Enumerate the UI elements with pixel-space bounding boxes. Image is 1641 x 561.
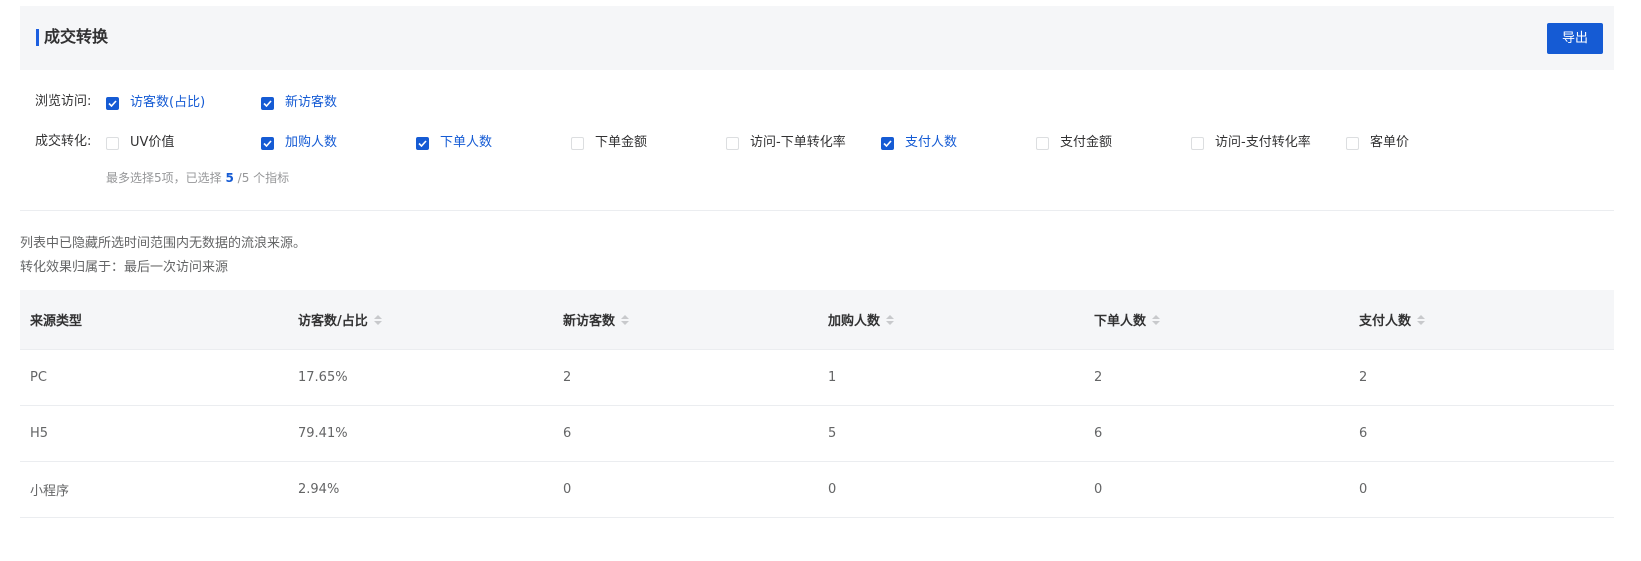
cell-order-users: 0: [1094, 482, 1103, 497]
checkbox-paying-users[interactable]: 支付人数: [881, 134, 957, 152]
cell-add-cart-users: 5: [828, 426, 837, 441]
checkbox-unchecked-icon: [571, 136, 584, 150]
sort-icon[interactable]: [1152, 314, 1161, 325]
checkbox-uv-value[interactable]: UV价值: [106, 134, 174, 152]
checkbox-unchecked-icon: [1346, 136, 1359, 150]
cell-source-type: PC: [30, 370, 47, 385]
cell-visitors-ratio: 79.41%: [298, 426, 348, 441]
table-header: 来源类型 访客数/占比 新访客数 加购人数 下单人数 支付人数: [20, 290, 1614, 350]
hint-prefix: 最多选择5项，已选择: [106, 171, 222, 185]
checkbox-checked-icon: [261, 136, 274, 150]
page-title: 成交转换: [44, 27, 109, 46]
cell-add-cart-users: 1: [828, 370, 837, 385]
sort-icon[interactable]: [621, 314, 630, 325]
export-button[interactable]: 导出: [1547, 23, 1603, 54]
cell-source-type: 小程序: [30, 484, 70, 499]
checkbox-label: 支付金额: [1060, 135, 1113, 150]
checkbox-visitors-ratio[interactable]: 访客数(占比): [106, 94, 205, 112]
column-header-paying-users[interactable]: 支付人数: [1359, 290, 1426, 349]
checkbox-checked-icon: [881, 136, 894, 150]
checkbox-add-cart-users[interactable]: 加购人数: [261, 134, 337, 152]
section-header: 成交转换 导出: [20, 6, 1614, 70]
cell-paying-users: 0: [1359, 482, 1368, 497]
checkbox-new-visitors[interactable]: 新访客数: [261, 94, 337, 112]
checkbox-label: 下单人数: [440, 135, 493, 150]
checkbox-label: 访问-支付转化率: [1215, 135, 1311, 150]
checkbox-payment-amount[interactable]: 支付金额: [1036, 134, 1112, 152]
column-header-add-cart-users[interactable]: 加购人数: [828, 290, 895, 349]
column-header-source-type: 来源类型: [30, 314, 83, 329]
checkbox-label: 支付人数: [905, 135, 958, 150]
checkbox-unchecked-icon: [726, 136, 739, 150]
checkbox-label: UV价值: [130, 135, 175, 150]
checkbox-label: 新访客数: [285, 95, 338, 110]
column-header-order-users[interactable]: 下单人数: [1094, 290, 1161, 349]
checkbox-label: 访客数(占比): [130, 95, 206, 110]
cell-new-visitors: 2: [563, 370, 572, 385]
table-row: H5 79.41% 6 5 6 6: [20, 406, 1614, 462]
section-divider: [20, 210, 1614, 211]
cell-source-type: H5: [30, 426, 49, 441]
table-row: 小程序 2.94% 0 0 0 0: [20, 462, 1614, 518]
checkbox-unchecked-icon: [106, 136, 119, 150]
checkbox-order-amount[interactable]: 下单金额: [571, 134, 647, 152]
checkbox-label: 客单价: [1370, 135, 1410, 150]
checkbox-label: 下单金额: [595, 135, 648, 150]
checkbox-order-users[interactable]: 下单人数: [416, 134, 492, 152]
cell-paying-users: 6: [1359, 426, 1368, 441]
cell-paying-users: 2: [1359, 370, 1368, 385]
column-header-new-visitors[interactable]: 新访客数: [563, 290, 630, 349]
cell-add-cart-users: 0: [828, 482, 837, 497]
checkbox-unchecked-icon: [1036, 136, 1049, 150]
checkbox-checked-icon: [106, 96, 119, 110]
column-header-visitors-ratio[interactable]: 访客数/占比: [298, 290, 382, 349]
checkbox-visit-order-rate[interactable]: 访问-下单转化率: [726, 134, 846, 152]
checkbox-unit-price[interactable]: 客单价: [1346, 134, 1409, 152]
checkbox-label: 加购人数: [285, 135, 338, 150]
checkbox-checked-icon: [416, 136, 429, 150]
browse-filter-label: 浏览访问:: [35, 94, 92, 109]
checkbox-unchecked-icon: [1191, 136, 1204, 150]
selection-hint: 最多选择5项，已选择 5 /5 个指标: [106, 170, 289, 186]
conversion-table: 来源类型 访客数/占比 新访客数 加购人数 下单人数 支付人数 PC 17.65…: [20, 290, 1614, 518]
note-hidden-sources: 列表中已隐藏所选时间范围内无数据的流浪来源。: [20, 236, 307, 251]
cell-visitors-ratio: 17.65%: [298, 370, 348, 385]
cell-order-users: 2: [1094, 370, 1103, 385]
checkbox-checked-icon: [261, 96, 274, 110]
sort-icon[interactable]: [1417, 314, 1426, 325]
cell-visitors-ratio: 2.94%: [298, 482, 340, 497]
table-row: PC 17.65% 2 1 2 2: [20, 350, 1614, 406]
cell-new-visitors: 6: [563, 426, 572, 441]
cell-new-visitors: 0: [563, 482, 572, 497]
checkbox-visit-pay-rate[interactable]: 访问-支付转化率: [1191, 134, 1311, 152]
sort-icon[interactable]: [886, 314, 895, 325]
hint-suffix: /5 个指标: [237, 171, 290, 185]
title-accent-bar: [36, 29, 39, 46]
sort-icon[interactable]: [373, 314, 382, 325]
cell-order-users: 6: [1094, 426, 1103, 441]
checkbox-label: 访问-下单转化率: [750, 135, 846, 150]
conversion-filter-label: 成交转化:: [35, 134, 92, 149]
note-attribution: 转化效果归属于：最后一次访问来源: [20, 260, 229, 275]
hint-selected-count: 5: [225, 171, 234, 185]
